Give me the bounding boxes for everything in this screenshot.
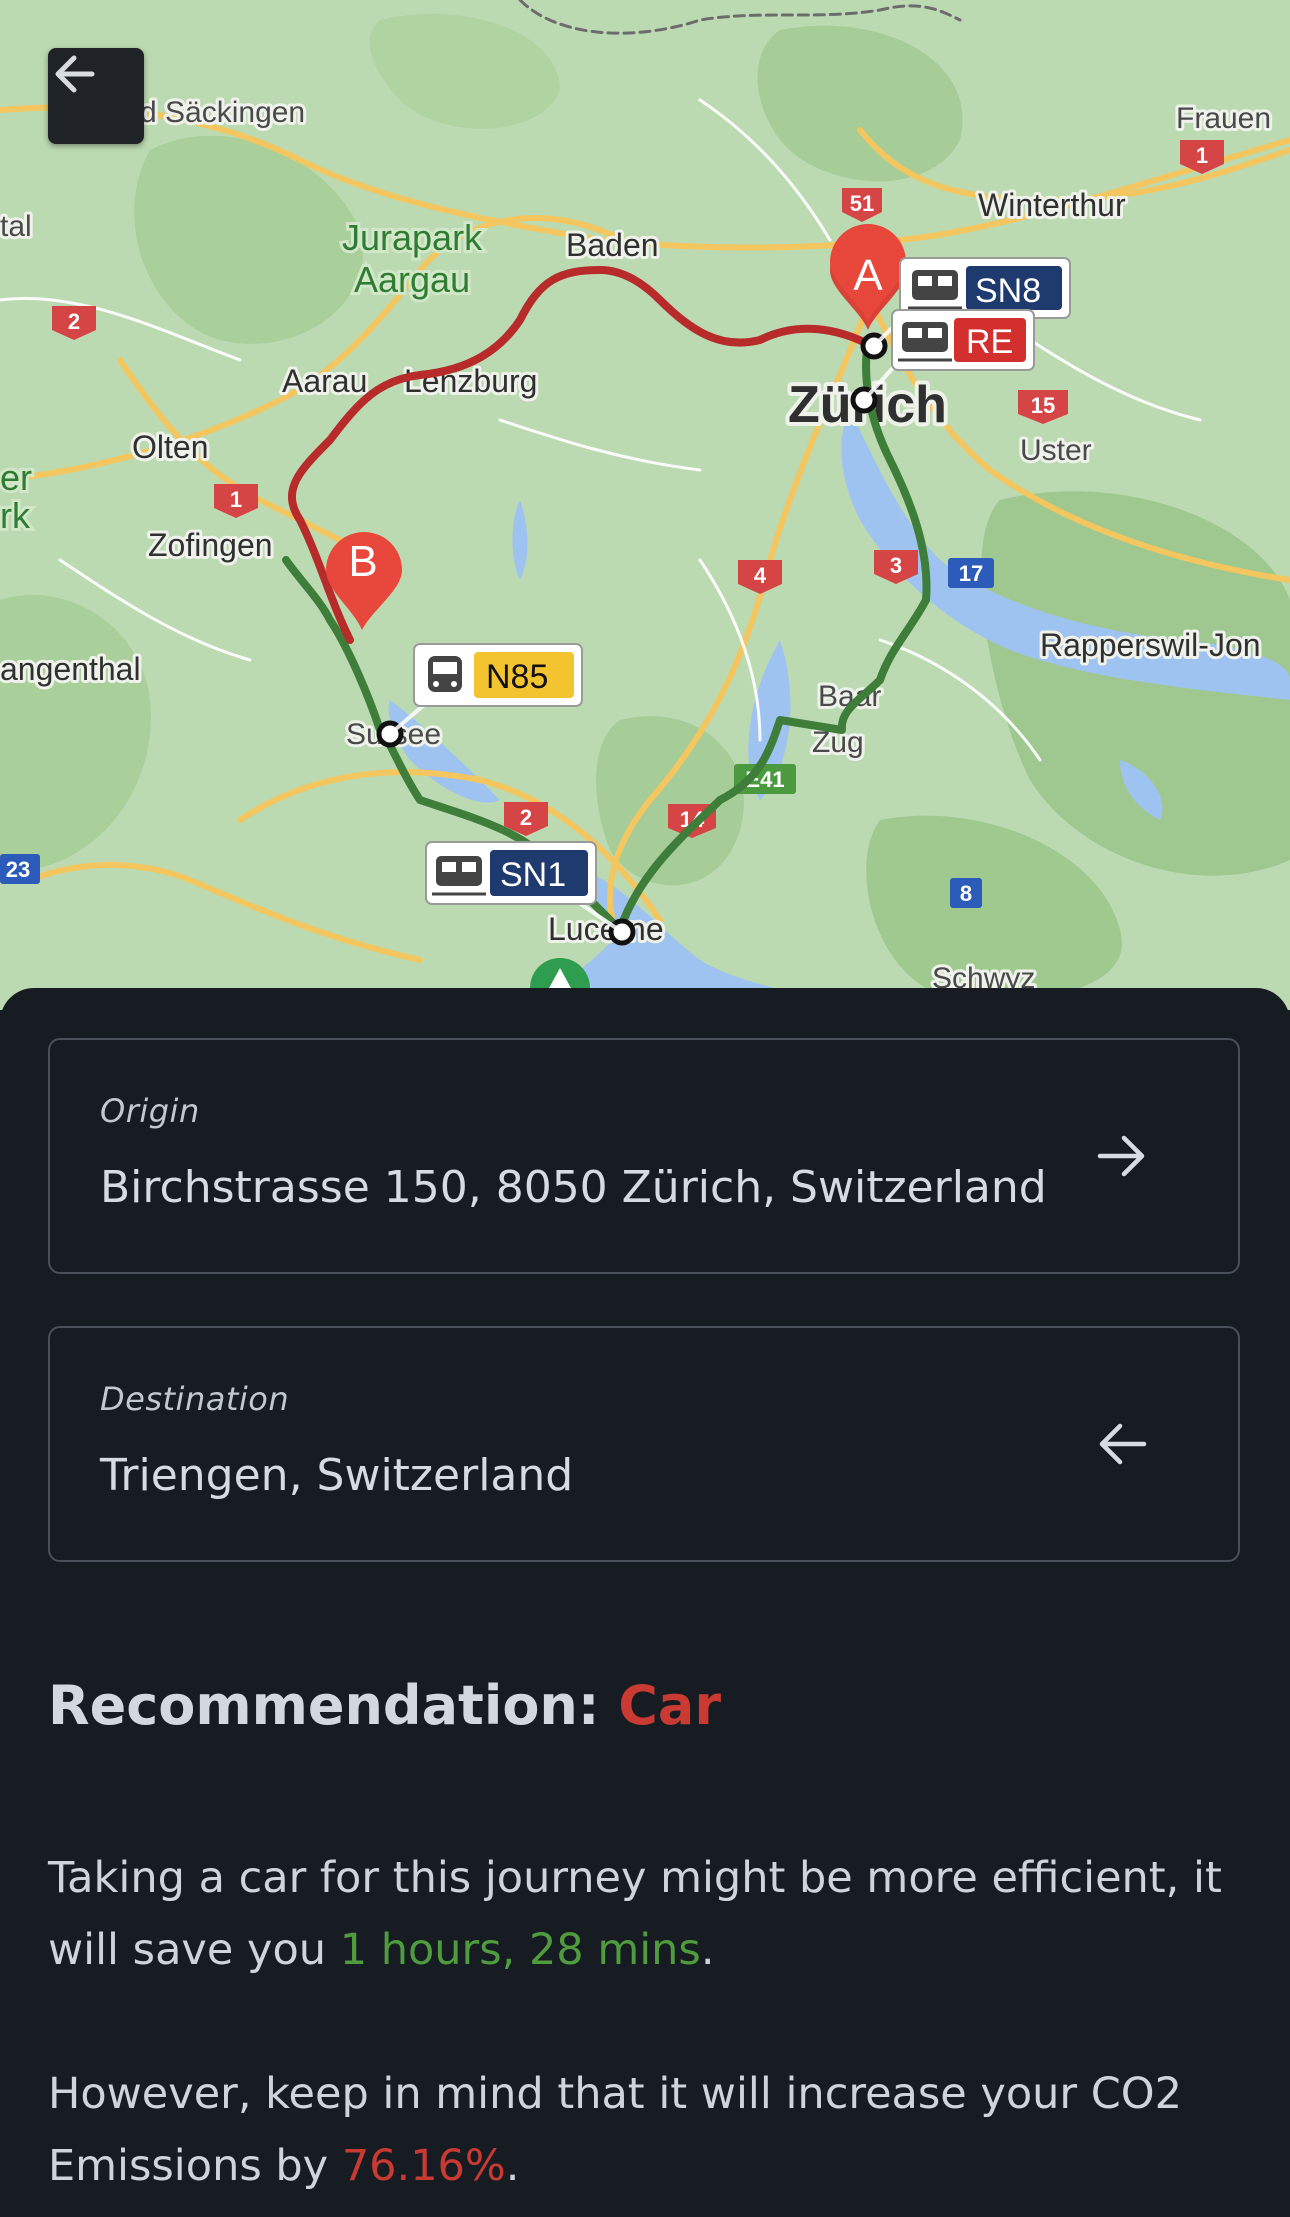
transit-badge-re[interactable]: RE xyxy=(891,309,1035,371)
time-savings-text: Taking a car for this journey might be m… xyxy=(48,1842,1248,1986)
road-shield-17: 17 xyxy=(948,558,994,588)
road-shield-8: 8 xyxy=(950,878,982,908)
svg-text:15: 15 xyxy=(1031,393,1055,418)
svg-text:51: 51 xyxy=(850,191,874,216)
origin-field[interactable]: Origin Birchstrasse 150, 8050 Zürich, Sw… xyxy=(48,1038,1240,1274)
transit-badge-sn1[interactable]: SN1 xyxy=(425,841,597,905)
place-label-saeckingen: d Säckingen xyxy=(140,96,305,129)
svg-text:3: 3 xyxy=(890,553,902,578)
transit-badge-re-label: RE xyxy=(966,323,1013,361)
place-label-er: er xyxy=(0,457,32,498)
recommendation-prefix: Recommendation: xyxy=(48,1674,600,1737)
origin-marker-label: A xyxy=(853,251,883,300)
place-label-jurapark: Jurapark xyxy=(342,217,483,258)
place-label-frauenfeld: Frauen xyxy=(1176,102,1271,135)
svg-text:1: 1 xyxy=(1196,143,1208,168)
arrow-left-icon xyxy=(55,55,95,93)
destination-label: Destination xyxy=(100,1380,290,1418)
transit-badge-sn8-label: SN8 xyxy=(975,272,1041,310)
place-label-tal: tal xyxy=(0,210,32,243)
place-label-rapperswil: Rapperswil-Jon xyxy=(1040,627,1261,663)
emissions-prefix: However, keep in mind that it will incre… xyxy=(48,2069,1182,2191)
arrow-right-icon xyxy=(1097,1135,1145,1177)
bus-icon xyxy=(428,656,462,692)
place-label-aarau: Aarau xyxy=(282,363,367,399)
destination-go-button[interactable] xyxy=(1094,1416,1150,1472)
place-label-aargau: Aargau xyxy=(354,259,470,300)
svg-text:17: 17 xyxy=(959,561,983,586)
place-label-olten: Olten xyxy=(132,429,208,465)
emissions-increase-value: 76.16% xyxy=(341,2141,506,2191)
map-canvas: d Säckingen Frauen tal Winterthur Jurapa… xyxy=(0,0,1290,1010)
svg-text:2: 2 xyxy=(520,805,532,830)
svg-text:2: 2 xyxy=(68,309,80,334)
road-shield-23: 23 xyxy=(0,854,40,884)
origin-go-button[interactable] xyxy=(1094,1128,1150,1184)
svg-text:23: 23 xyxy=(6,857,30,882)
place-label-rk: rk xyxy=(0,495,31,536)
origin-value[interactable]: Birchstrasse 150, 8050 Zürich, Switzerla… xyxy=(100,1162,1047,1213)
place-label-uster: Uster xyxy=(1020,434,1092,467)
time-saved-value: 1 hours, 28 mins xyxy=(339,1925,701,1975)
svg-text:4: 4 xyxy=(754,563,767,588)
route-map[interactable]: d Säckingen Frauen tal Winterthur Jurapa… xyxy=(0,0,1290,1010)
route-panel: Origin Birchstrasse 150, 8050 Zürich, Sw… xyxy=(0,988,1290,2217)
place-label-zofingen: Zofingen xyxy=(148,527,273,563)
arrow-left-icon xyxy=(1099,1423,1147,1465)
destination-marker-label: B xyxy=(348,537,377,586)
place-label-lenzburg: Lenzburg xyxy=(404,363,537,399)
emissions-text: However, keep in mind that it will incre… xyxy=(48,2058,1248,2202)
svg-text:1: 1 xyxy=(230,487,242,512)
origin-label: Origin xyxy=(100,1092,200,1130)
recommendation-mode: Car xyxy=(618,1674,721,1737)
destination-field[interactable]: Destination Triengen, Switzerland xyxy=(48,1326,1240,1562)
place-label-langenthal: angenthal xyxy=(0,651,141,687)
back-button[interactable] xyxy=(48,48,144,144)
destination-value[interactable]: Triengen, Switzerland xyxy=(100,1450,573,1501)
svg-text:8: 8 xyxy=(960,881,972,906)
transit-badge-n85-label: N85 xyxy=(486,658,548,696)
transit-badge-sn1-label: SN1 xyxy=(500,856,566,894)
place-label-winterthur: Winterthur xyxy=(978,187,1126,223)
transit-badge-n85[interactable]: N85 xyxy=(413,643,583,707)
time-savings-suffix: . xyxy=(700,1925,715,1975)
terrain xyxy=(0,0,1290,1010)
emissions-suffix: . xyxy=(505,2141,520,2191)
place-label-baden: Baden xyxy=(566,227,659,263)
recommendation-heading: Recommendation: Car xyxy=(48,1674,721,1737)
